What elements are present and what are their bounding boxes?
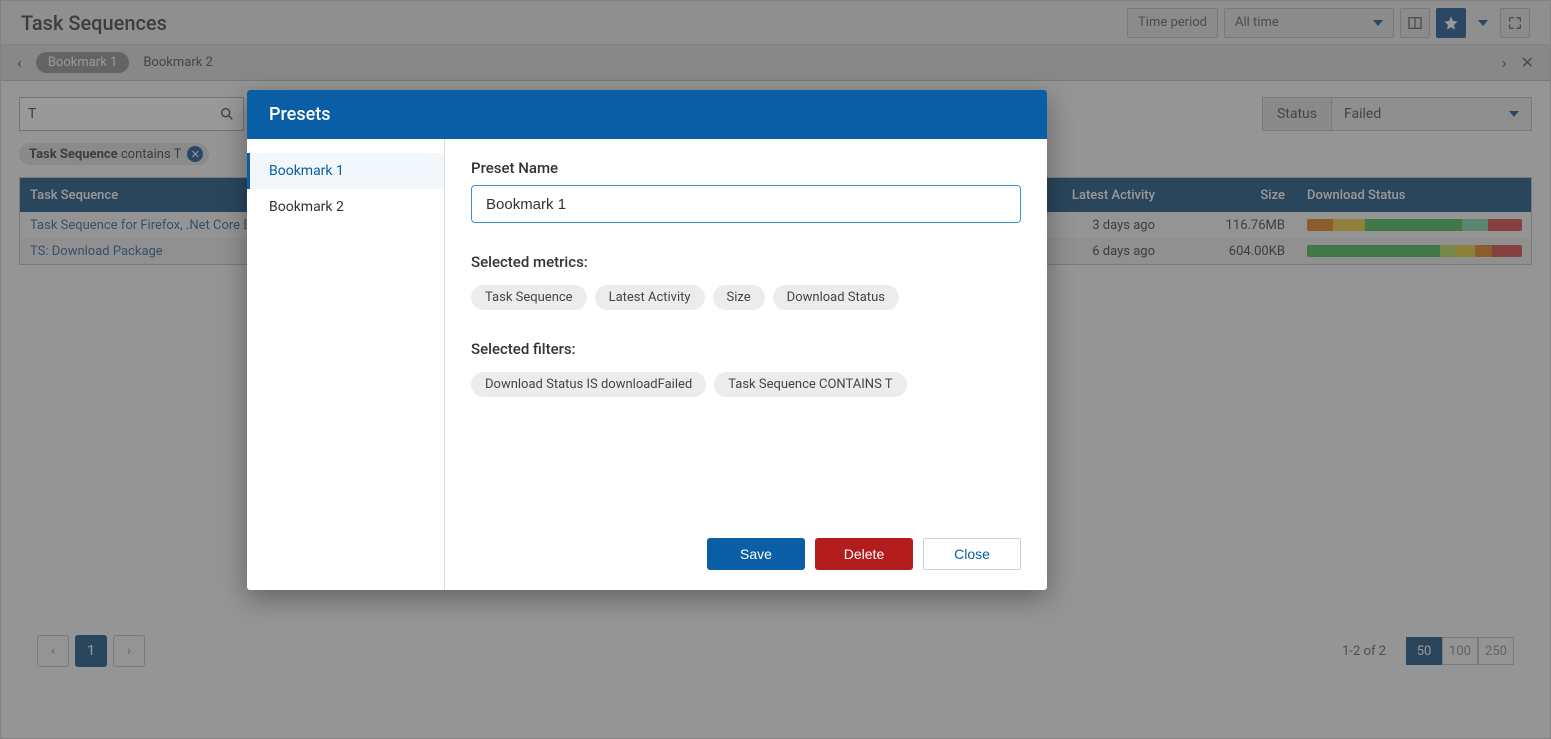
selected-filters-row: Download Status IS downloadFailed Task Se… [471,372,1021,397]
filter-pill: Task Sequence CONTAINS T [714,372,906,397]
selected-filters-label: Selected filters: [471,340,1021,358]
modal-actions: Save Delete Close [471,518,1021,570]
delete-button[interactable]: Delete [815,538,913,570]
preset-list-item[interactable]: Bookmark 1 [247,153,444,189]
metric-pill: Size [713,285,765,310]
presets-modal: Presets Bookmark 1Bookmark 2 Preset Name… [247,90,1047,590]
close-button[interactable]: Close [923,538,1021,570]
modal-sidebar: Bookmark 1Bookmark 2 [247,139,445,590]
metric-pill: Download Status [773,285,899,310]
preset-name-label: Preset Name [471,159,1021,177]
preset-name-input[interactable] [471,185,1021,223]
metric-pill: Task Sequence [471,285,587,310]
metric-pill: Latest Activity [595,285,705,310]
selected-metrics-label: Selected metrics: [471,253,1021,271]
preset-list-item[interactable]: Bookmark 2 [247,189,444,225]
filter-pill: Download Status IS downloadFailed [471,372,706,397]
selected-metrics-row: Task Sequence Latest Activity Size Download… [471,285,1021,310]
modal-title: Presets [247,90,1047,139]
save-button[interactable]: Save [707,538,805,570]
modal-main: Preset Name Selected metrics: Task Seque… [445,139,1047,590]
